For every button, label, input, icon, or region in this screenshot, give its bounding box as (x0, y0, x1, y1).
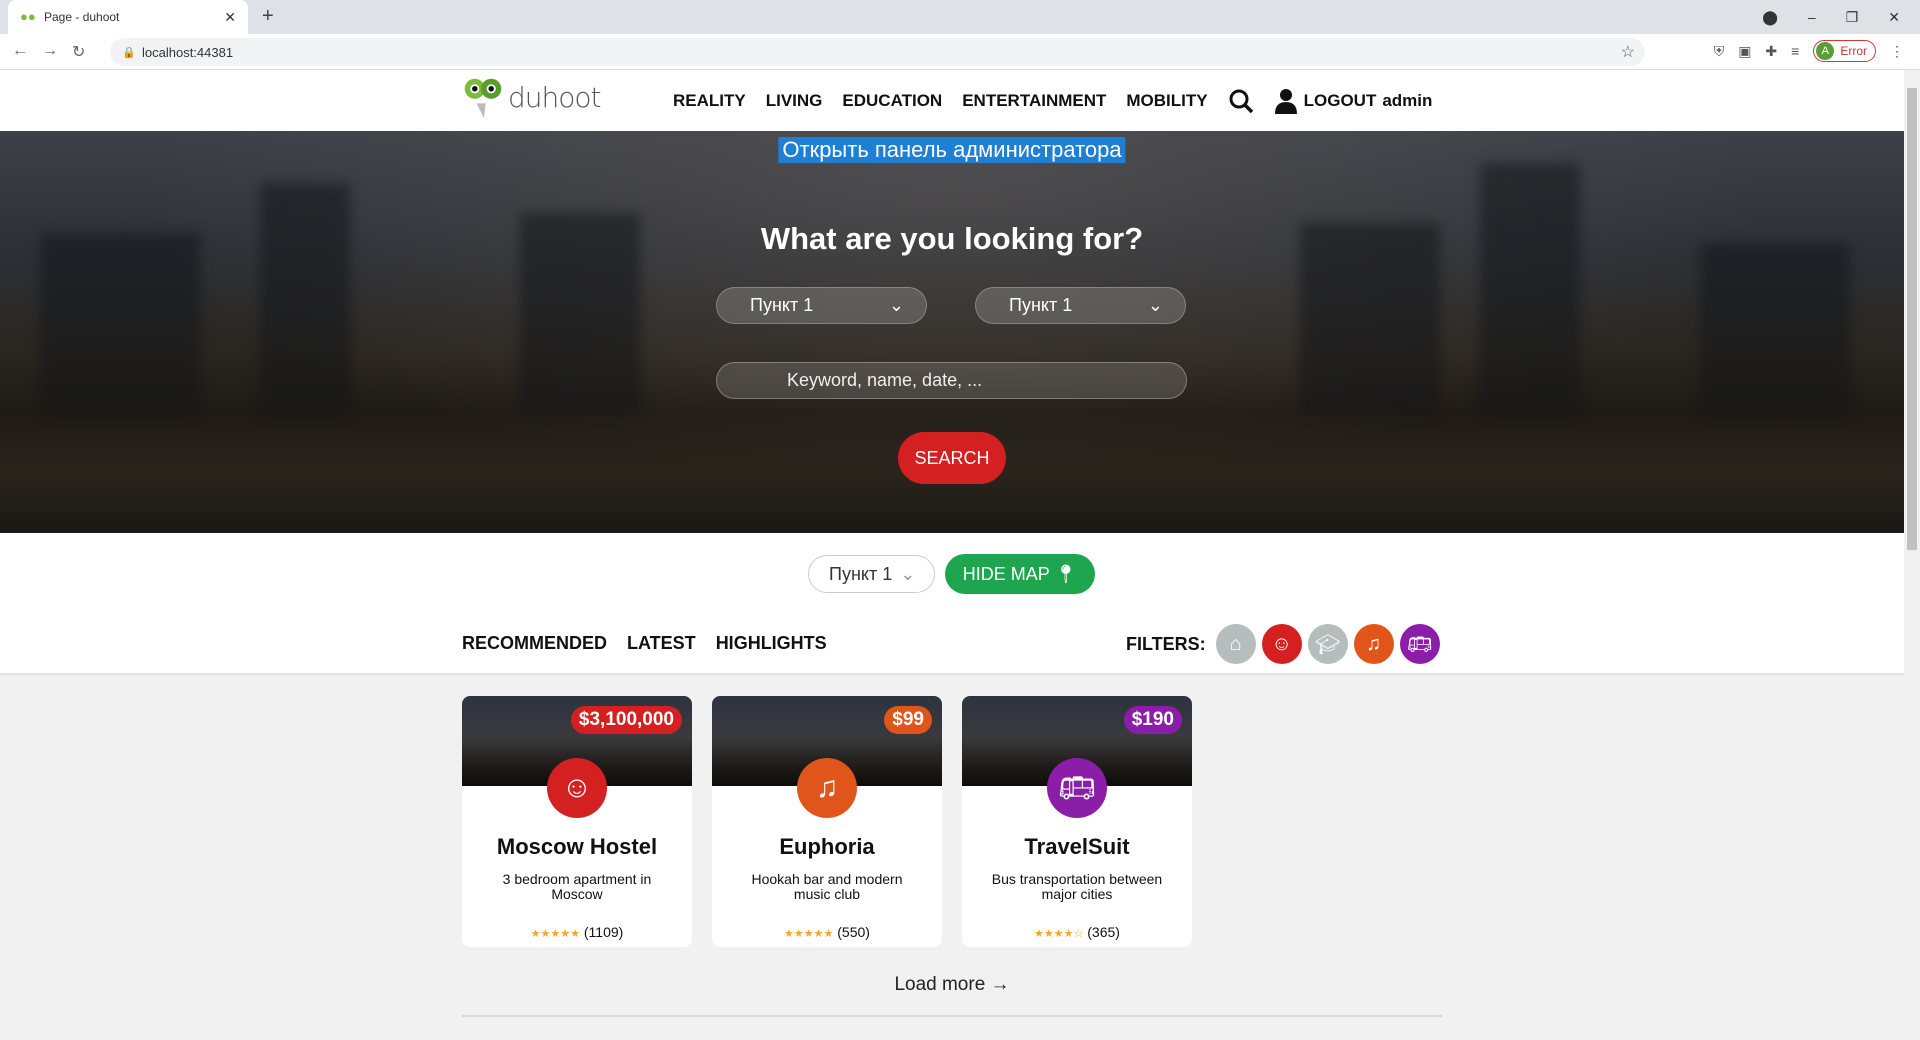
extension-icon[interactable]: ▣ (1738, 43, 1751, 60)
hero-section: Открыть панель администратора What are y… (0, 131, 1904, 533)
url-input[interactable]: 🔒 localhost:44381 ☆ (110, 38, 1645, 66)
logo-text: duhoot (508, 80, 602, 114)
logo[interactable]: duhoot (462, 76, 602, 118)
listing-toolbar: Пункт 1 ⌄ HIDE MAP 📍︎ RECOMMENDED LATEST … (0, 533, 1904, 675)
nav-mobility[interactable]: MOBILITY (1126, 91, 1207, 111)
card-description: Hookah bar and modern music club (751, 871, 903, 902)
tab-title: Page - duhoot (44, 10, 120, 24)
filters-label: FILTERS: (1126, 633, 1206, 654)
select-value: Пункт 1 (1009, 295, 1073, 315)
close-tab-icon[interactable]: ✕ (224, 9, 236, 26)
forward-icon[interactable]: → (42, 42, 58, 62)
card-description: 3 bedroom apartment in Moscow (502, 871, 652, 902)
card-title: TravelSuit (1024, 834, 1130, 859)
favicon-icon: ●● (20, 9, 36, 24)
lock-icon: 🔒 (122, 46, 136, 59)
select-value: Пункт 1 (750, 295, 814, 315)
menu-kebab-icon[interactable]: ⋮ (1890, 43, 1904, 60)
hero-title: What are you looking for? (760, 221, 1144, 256)
category-select-1[interactable]: Пункт 1 ⌄ (716, 287, 927, 324)
location-dropdown[interactable]: Пункт 1 ⌄ (808, 555, 935, 593)
review-count: (550) (837, 924, 870, 940)
browser-tab[interactable]: ●● Page - duhoot ✕ (8, 0, 248, 34)
search-button[interactable]: SEARCH (898, 432, 1006, 484)
filter-education-cap-icon[interactable]: 🎓︎ (1307, 624, 1348, 664)
profile-status: Error (1840, 44, 1867, 58)
tab-highlights[interactable]: HIGHLIGHTS (716, 633, 827, 654)
hostel-icon: ☺ (547, 758, 607, 818)
category-select-2[interactable]: Пункт 1 ⌄ (975, 287, 1186, 324)
logout-link[interactable]: LOGOUT admin (1274, 88, 1433, 114)
filter-mobility-bus-icon[interactable]: 🚌︎ (1399, 624, 1440, 664)
logout-label: LOGOUT (1303, 90, 1377, 110)
nav-reality[interactable]: REALITY (673, 91, 746, 111)
avatar: A (1816, 42, 1835, 60)
scrollbar-thumb[interactable] (1907, 88, 1917, 550)
nav-entertainment[interactable]: ENTERTAINMENT (962, 91, 1106, 111)
bus-icon: 🚌︎ (1047, 758, 1107, 818)
star-rating: ★★★★☆ (1034, 928, 1084, 940)
search-icon[interactable] (1228, 88, 1254, 114)
nav-living[interactable]: LIVING (766, 91, 823, 111)
admin-panel-link[interactable]: Открыть панель администратора (778, 137, 1126, 163)
bookmark-star-icon[interactable]: ☆ (1621, 42, 1635, 62)
new-tab-button[interactable]: + (262, 5, 274, 28)
user-icon (1274, 88, 1297, 114)
owl-logo-icon (464, 78, 502, 118)
url-text: localhost:44381 (142, 44, 234, 60)
browser-tab-bar: ●● Page - duhoot ✕ + ⬤ – ❐ ✕ (0, 0, 1920, 34)
reload-icon[interactable]: ↻ (72, 42, 85, 62)
music-icon: ♫ (797, 758, 857, 818)
profile-menu-icon[interactable]: ⬤ (1762, 9, 1778, 26)
filter-entertainment-music-icon[interactable]: ♫ (1353, 624, 1394, 664)
username: admin (1382, 90, 1433, 110)
star-rating: ★★★★★ (784, 928, 834, 940)
map-pin-icon: 📍︎ (1054, 563, 1078, 584)
address-bar-row: ← → ↻ 🔒 localhost:44381 ☆ ⛨ ▣ ✚ ≡ A Error ⋮ (0, 34, 1920, 70)
review-count: (1109) (583, 924, 624, 940)
load-more-link[interactable]: Load more → (0, 974, 1904, 996)
hide-map-button[interactable]: HIDE MAP 📍︎ (945, 554, 1095, 594)
keyword-search-input[interactable] (716, 362, 1187, 399)
card-title: Moscow Hostel (496, 834, 658, 859)
card-description: Bus transportation between major cities (991, 871, 1163, 902)
close-window-button[interactable]: ✕ (1888, 9, 1900, 26)
listing-card[interactable]: $99 ♫ Euphoria Hookah bar and modern mus… (712, 696, 942, 947)
tab-latest[interactable]: LATEST (627, 633, 696, 654)
profile-button[interactable]: A Error (1813, 40, 1876, 62)
review-count: (365) (1087, 924, 1120, 940)
filter-living-person-icon[interactable]: ☺ (1261, 624, 1302, 664)
hide-map-label: HIDE MAP (962, 563, 1050, 584)
listing-card[interactable]: $190 🚌︎ TravelSuit Bus transportation be… (962, 696, 1192, 947)
price-badge: $99 (884, 706, 932, 734)
site-header: duhoot REALITY LIVING EDUCATION ENTERTAI… (0, 70, 1904, 131)
star-rating: ★★★★★ (530, 928, 580, 940)
chevron-down-icon: ⌄ (888, 295, 904, 315)
puzzle-icon[interactable]: ✚ (1765, 43, 1777, 60)
listing-card[interactable]: $3,100,000 ☺ Moscow Hostel 3 bedroom apa… (462, 696, 692, 947)
chevron-down-icon: ⌄ (900, 563, 916, 584)
restore-button[interactable]: ❐ (1846, 9, 1859, 26)
reading-list-icon[interactable]: ≡ (1791, 43, 1799, 59)
price-badge: $3,100,000 (570, 706, 682, 734)
minimize-button[interactable]: – (1808, 9, 1816, 25)
dropdown-value: Пункт 1 (829, 563, 893, 584)
nav-education[interactable]: EDUCATION (842, 91, 942, 111)
card-title: Euphoria (779, 834, 875, 859)
price-badge: $190 (1123, 706, 1182, 734)
tab-recommended[interactable]: RECOMMENDED (462, 633, 607, 654)
divider (462, 1015, 1442, 1017)
shield-extension-icon[interactable]: ⛨ (1714, 43, 1725, 60)
back-icon[interactable]: ← (12, 42, 28, 62)
filter-reality-home-icon[interactable]: ⌂ (1215, 624, 1256, 664)
chevron-down-icon: ⌄ (1147, 295, 1163, 315)
scrollbar[interactable] (1904, 70, 1920, 1040)
